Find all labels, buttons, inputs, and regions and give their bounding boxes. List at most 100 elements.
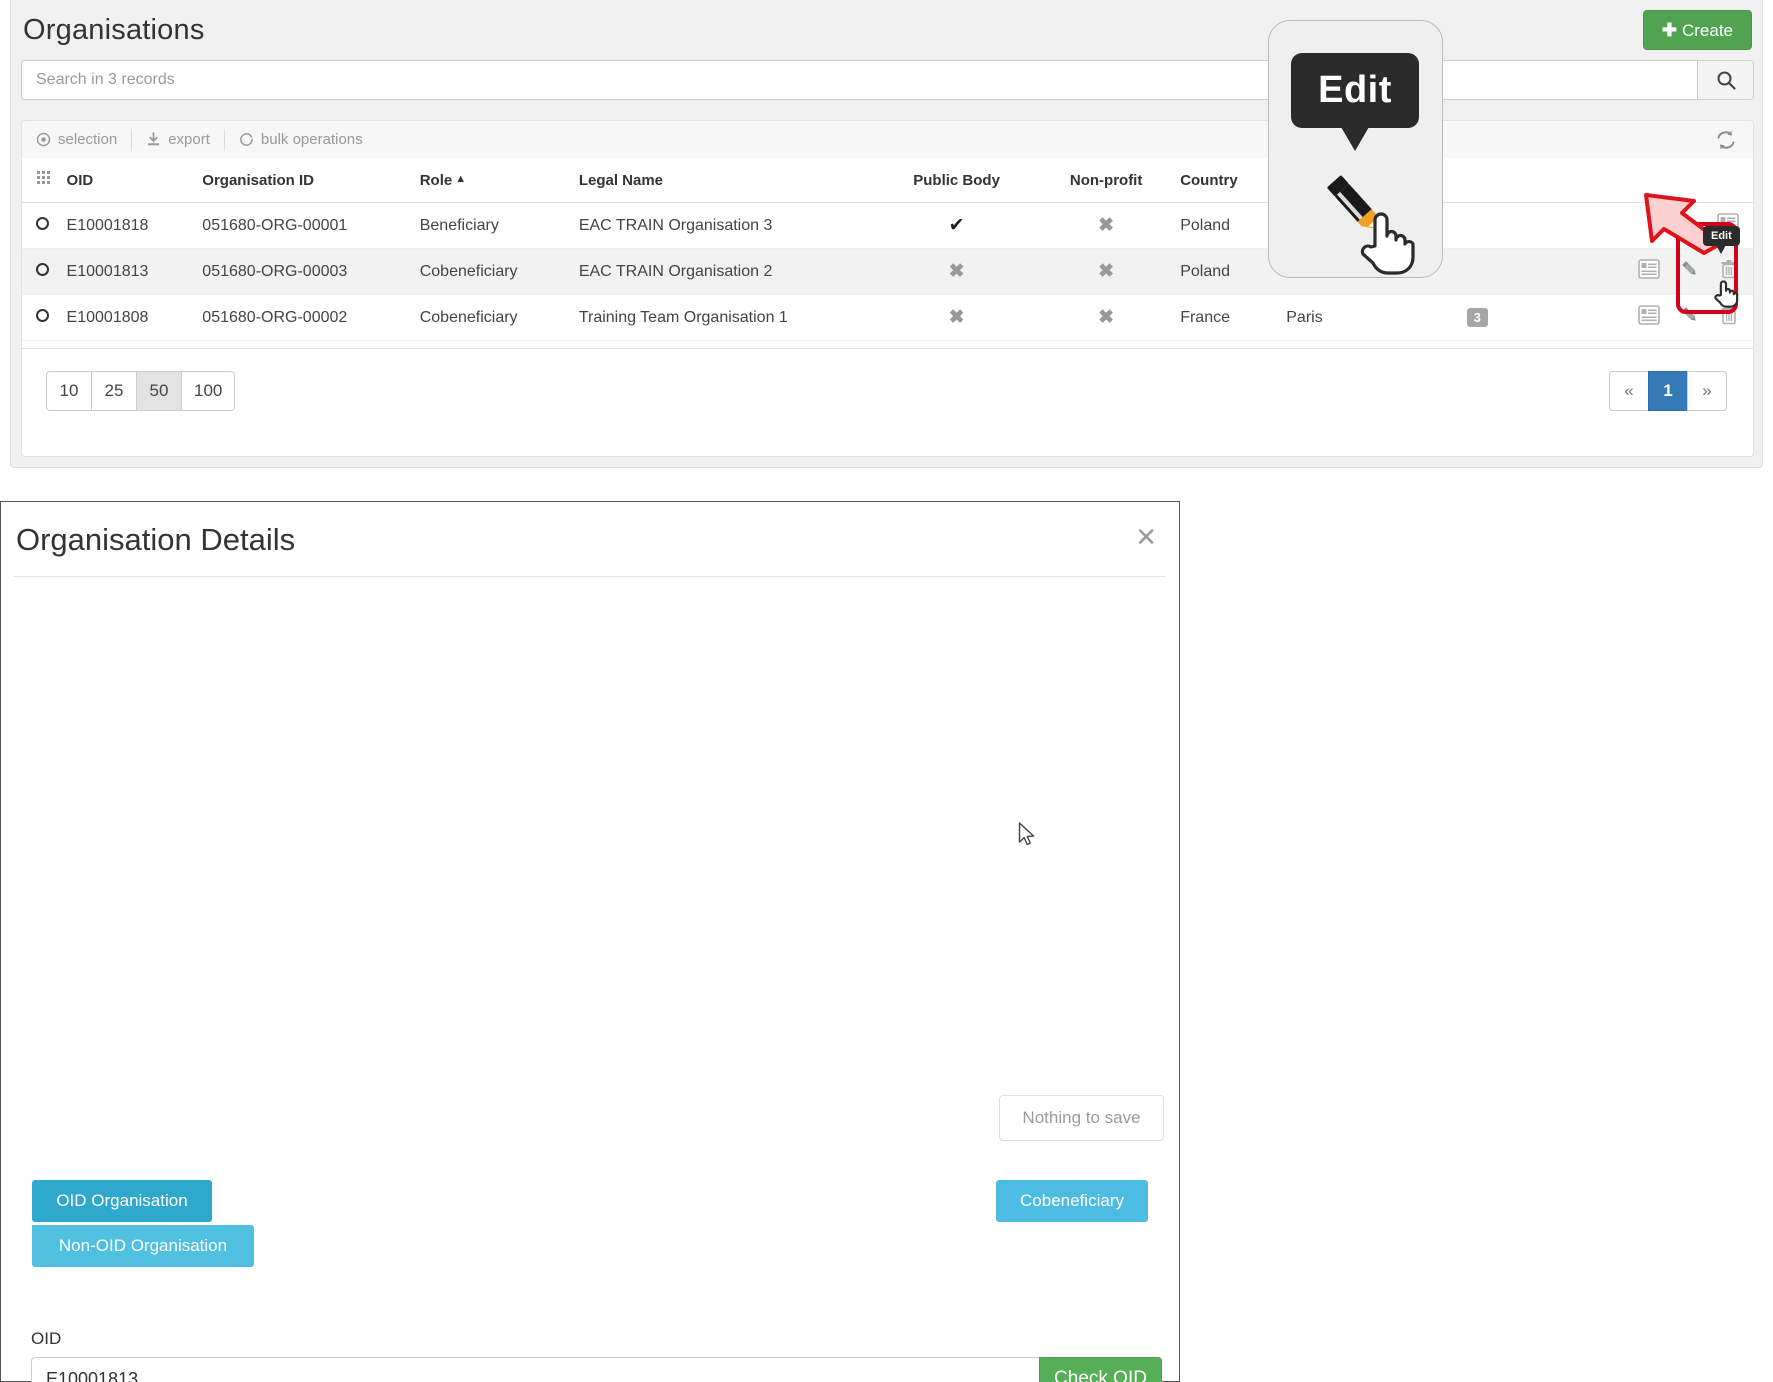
table-row[interactable]: E10001818 051680-ORG-00001 Beneficiary E…: [22, 202, 1753, 249]
toolbar-export-label: export: [168, 131, 210, 148]
edit-tooltip-label: Edit: [1711, 230, 1732, 242]
radio-icon[interactable]: [36, 262, 49, 276]
create-button[interactable]: ✚ Create: [1642, 10, 1752, 50]
oid-input[interactable]: [31, 1357, 1039, 1382]
create-button-label: Create: [1681, 21, 1733, 40]
row-select-radio-cell[interactable]: [22, 248, 67, 295]
oid-field-label: OID: [31, 1329, 62, 1348]
role-tag-cobeneficiary[interactable]: Cobeneficiary: [996, 1180, 1148, 1222]
page-size-50[interactable]: 50: [136, 371, 182, 411]
cell-badge: 3: [1466, 294, 1605, 341]
column-grid-toggle[interactable]: [22, 158, 67, 203]
cross-icon: ✖: [1098, 307, 1115, 328]
cell-badge: [1466, 248, 1605, 295]
page-size-10[interactable]: 10: [46, 371, 92, 411]
cross-icon: ✖: [1098, 261, 1115, 282]
cell-public-body: ✖: [881, 294, 1039, 341]
column-header-organisation-id[interactable]: Organisation ID: [202, 158, 420, 203]
zoom-callout: Edit: [1268, 20, 1443, 278]
toolbar-bulk-operations-button[interactable]: bulk operations: [225, 121, 377, 158]
organisations-list-panel: Organisations ✚Create selection: [10, 0, 1763, 468]
callout-tooltip: Edit: [1291, 53, 1419, 151]
grid-toolbar: selection export bulk operations: [21, 120, 1754, 158]
organisations-table-wrapper: OID Organisation ID Role ▲ Legal Name Pub…: [21, 158, 1754, 349]
radio-icon[interactable]: [36, 308, 49, 322]
cell-oid: E10001813: [66, 248, 203, 295]
tab-non-oid-organisation[interactable]: Non-OID Organisation: [32, 1225, 254, 1267]
cell-oid: E10001808: [66, 294, 203, 341]
cell-role: Cobeneficiary: [419, 294, 579, 341]
cross-icon: ✖: [948, 307, 965, 328]
table-body: E10001818 051680-ORG-00001 Beneficiary E…: [22, 202, 1753, 341]
page-size-25[interactable]: 25: [91, 371, 137, 411]
grid-icon: [37, 171, 50, 184]
column-header-public-body[interactable]: Public Body: [881, 158, 1039, 203]
search-icon: [1717, 71, 1736, 90]
search-button[interactable]: [1697, 60, 1754, 100]
cell-public-body: ✔: [881, 202, 1039, 249]
pagination-bar: 10 25 50 100 « 1 »: [21, 349, 1754, 457]
column-header-oid[interactable]: OID: [66, 158, 203, 203]
page-title: Organisations: [23, 14, 205, 46]
pointing-hand-cursor-icon: [1357, 206, 1417, 277]
plus-icon: ✚: [1661, 20, 1677, 40]
tab-oid-organisation[interactable]: OID Organisation: [32, 1180, 212, 1222]
tab-non-oid-organisation-label: Non-OID Organisation: [58, 1236, 228, 1255]
radio-icon[interactable]: [36, 216, 49, 230]
search-bar: [21, 60, 1754, 100]
page-first-button[interactable]: «: [1609, 371, 1649, 411]
cell-role: Cobeneficiary: [419, 248, 579, 295]
close-icon[interactable]: ✕: [1135, 524, 1157, 550]
details-icon[interactable]: [1638, 259, 1660, 284]
toolbar-selection-button[interactable]: selection: [22, 121, 131, 158]
cell-legal-name: Training Team Organisation 1: [578, 294, 882, 341]
cross-icon: ✖: [948, 261, 965, 282]
cell-role: Beneficiary: [419, 202, 579, 249]
edit-tooltip: Edit: [1703, 226, 1740, 254]
column-header-extra: [1466, 158, 1605, 203]
sort-ascending-icon: ▲: [455, 172, 467, 185]
check-oid-button[interactable]: Check OID: [1039, 1357, 1162, 1382]
target-icon: [36, 132, 51, 147]
download-icon: [148, 132, 160, 146]
detail-title-divider: [14, 576, 1166, 577]
cross-icon: ✖: [1098, 215, 1115, 236]
check-icon: ✔: [948, 215, 965, 236]
row-select-radio-cell[interactable]: [22, 294, 67, 341]
search-input[interactable]: [21, 60, 1697, 100]
edit-pencil-icon[interactable]: [1679, 305, 1701, 330]
column-header-non-profit[interactable]: Non-profit: [1038, 158, 1181, 203]
pointing-hand-cursor-icon: [1713, 278, 1739, 313]
table-row[interactable]: E10001808 051680-ORG-00002 Cobeneficiary…: [22, 294, 1753, 341]
column-header-role-label: Role: [419, 171, 453, 189]
column-header-role[interactable]: Role ▲: [419, 158, 579, 203]
toolbar-selection-label: selection: [58, 131, 118, 148]
details-icon[interactable]: [1638, 305, 1660, 330]
page-number-1[interactable]: 1: [1648, 371, 1688, 411]
page-next-button[interactable]: »: [1687, 371, 1727, 411]
column-header-legal-name[interactable]: Legal Name: [578, 158, 882, 203]
page-size-100[interactable]: 100: [181, 371, 236, 411]
refresh-icon: [1717, 130, 1735, 149]
toolbar-refresh-button[interactable]: [1715, 129, 1753, 151]
detail-panel-title: Organisation Details: [16, 522, 296, 557]
table-row[interactable]: E10001813 051680-ORG-00003 Cobeneficiary…: [22, 248, 1753, 295]
nothing-to-save-button[interactable]: Nothing to save: [999, 1095, 1164, 1141]
mouse-pointer-icon: [1018, 822, 1036, 853]
role-tag-label: Cobeneficiary: [1020, 1191, 1124, 1210]
cell-city: Paris: [1286, 294, 1467, 341]
cell-non-profit: ✖: [1038, 248, 1181, 295]
cell-legal-name: EAC TRAIN Organisation 3: [578, 202, 882, 249]
cell-non-profit: ✖: [1038, 294, 1181, 341]
cell-organisation-id: 051680-ORG-00003: [202, 248, 420, 295]
edit-pencil-icon[interactable]: [1679, 259, 1701, 284]
cell-organisation-id: 051680-ORG-00001: [202, 202, 420, 249]
cell-oid: E10001818: [66, 202, 203, 249]
nothing-to-save-label: Nothing to save: [1022, 1108, 1141, 1127]
row-select-radio-cell[interactable]: [22, 202, 67, 249]
status-badge: 3: [1466, 308, 1488, 327]
circle-icon: [240, 133, 253, 146]
toolbar-export-button[interactable]: export: [132, 121, 224, 158]
toolbar-bulk-label: bulk operations: [260, 131, 363, 148]
check-oid-label: Check OID: [1054, 1368, 1147, 1382]
